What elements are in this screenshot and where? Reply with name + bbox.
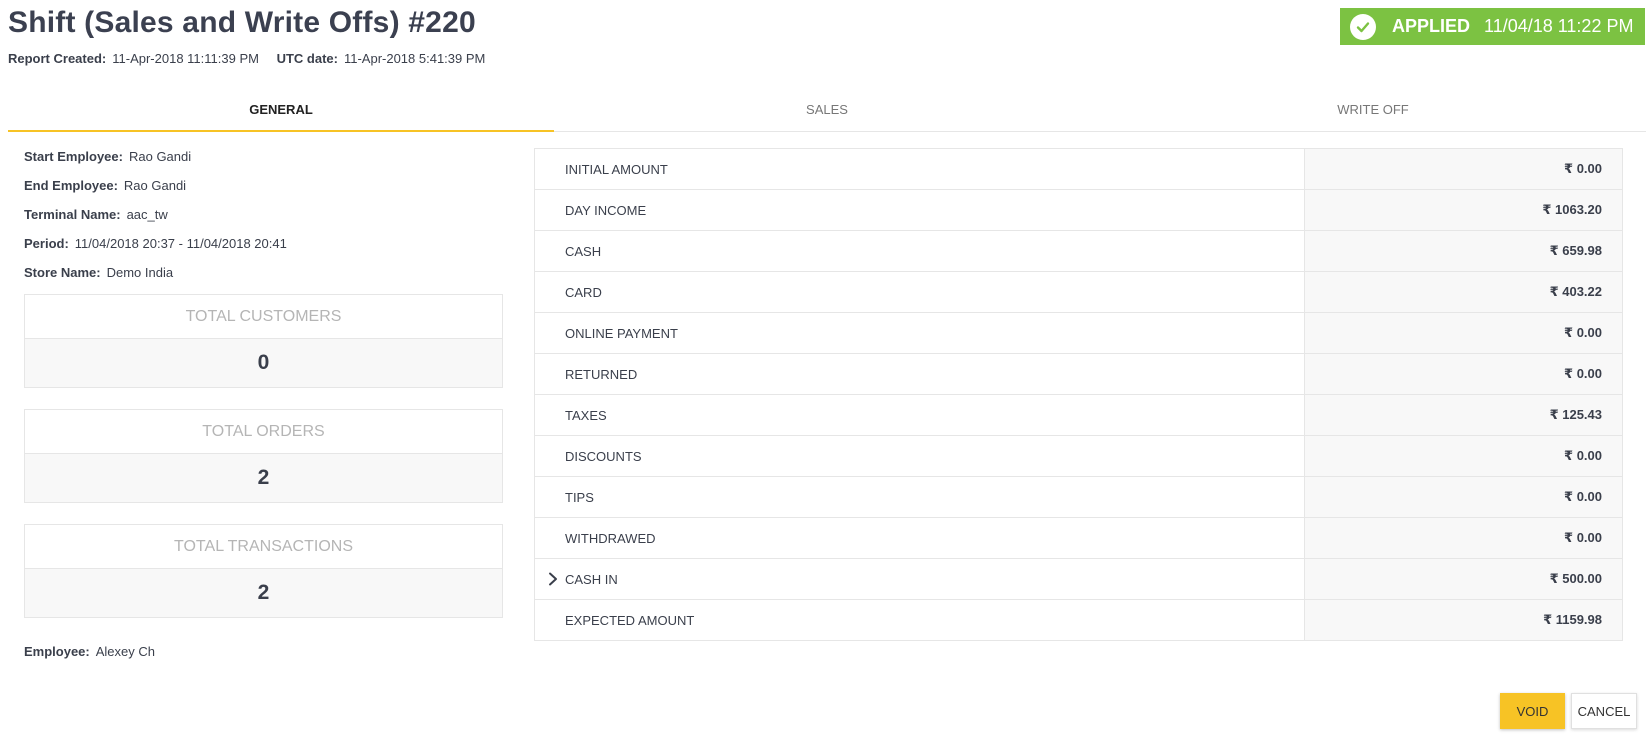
table-row: ONLINE PAYMENT ₹ 0.00 [535,313,1622,354]
stat-label: TOTAL ORDERS [25,410,502,454]
info-terminal-name: Terminal Name: aac_tw [24,206,287,235]
row-amount: ₹ 403.22 [1305,272,1622,312]
tab-write-off[interactable]: WRITE OFF [1100,88,1646,131]
info-store-name: Store Name: Demo India [24,264,287,293]
table-row: WITHDRAWED ₹ 0.00 [535,518,1622,559]
tab-sales[interactable]: SALES [554,88,1100,131]
employee-value: Alexey Ch [95,644,155,659]
stat-total-transactions: TOTAL TRANSACTIONS 2 [24,524,503,618]
status-date: 11/04/18 11:22 PM [1484,16,1634,36]
table-row: INITIAL AMOUNT ₹ 0.00 [535,149,1622,190]
row-amount: ₹ 1159.98 [1305,600,1622,640]
stat-label: TOTAL CUSTOMERS [25,295,502,339]
utc-date-label: UTC date: [276,51,338,66]
table-row: RETURNED ₹ 0.00 [535,354,1622,395]
info-value: Demo India [106,265,174,280]
row-label: CARD [535,272,1305,312]
employee-label: Employee: [24,644,90,659]
info-value: aac_tw [126,207,168,222]
report-meta: Report Created: 11-Apr-2018 11:11:39 PM U… [8,51,499,66]
row-label: CASH IN [565,571,618,587]
page-title: Shift (Sales and Write Offs) #220 [8,6,476,39]
report-created-value: 11-Apr-2018 11:11:39 PM [112,51,259,66]
table-row: CASH ₹ 659.98 [535,231,1622,272]
tab-general[interactable]: GENERAL [8,88,554,132]
row-amount: ₹ 0.00 [1305,477,1622,517]
row-amount: ₹ 1063.20 [1305,190,1622,230]
status-text: APPLIED [1392,16,1471,36]
table-row: TAXES ₹ 125.43 [535,395,1622,436]
row-label: EXPECTED AMOUNT [535,600,1305,640]
shift-info: Start Employee: Rao Gandi End Employee: Ra… [24,148,287,293]
info-start-employee: Start Employee: Rao Gandi [24,148,287,177]
info-label: Terminal Name: [24,207,121,222]
row-amount: ₹ 125.43 [1305,395,1622,435]
info-label: Store Name: [24,265,101,280]
stat-value: 2 [25,454,502,502]
employee-info: Employee: Alexey Ch [24,644,155,659]
row-label: ONLINE PAYMENT [535,313,1305,353]
row-label: DAY INCOME [535,190,1305,230]
info-label: End Employee: [24,178,118,193]
row-amount: ₹ 0.00 [1305,436,1622,476]
row-label: RETURNED [535,354,1305,394]
row-amount: ₹ 0.00 [1305,518,1622,558]
table-row: CARD ₹ 403.22 [535,272,1622,313]
stat-value: 0 [25,339,502,387]
info-period: Period: 11/04/2018 20:37 - 11/04/2018 20:… [24,235,287,264]
info-label: Period: [24,236,69,251]
utc-date-value: 11-Apr-2018 5:41:39 PM [343,51,486,66]
report-created-label: Report Created: [8,51,107,66]
row-label: WITHDRAWED [535,518,1305,558]
stat-total-orders: TOTAL ORDERS 2 [24,409,503,503]
row-label: TAXES [535,395,1305,435]
row-label: CASH [535,231,1305,271]
row-label: DISCOUNTS [535,436,1305,476]
table-row: DISCOUNTS ₹ 0.00 [535,436,1622,477]
row-amount: ₹ 0.00 [1305,354,1622,394]
info-value: Rao Gandi [128,149,192,164]
row-label: INITIAL AMOUNT [535,149,1305,189]
row-label: TIPS [535,477,1305,517]
row-amount: ₹ 0.00 [1305,313,1622,353]
tab-bar: GENERAL SALES WRITE OFF [8,88,1646,132]
table-row-cash-in[interactable]: CASH IN ₹ 500.00 [535,559,1622,600]
row-amount: ₹ 659.98 [1305,231,1622,271]
status-badge: APPLIED 11/04/18 11:22 PM [1340,8,1645,45]
stat-total-customers: TOTAL CUSTOMERS 0 [24,294,503,388]
info-label: Start Employee: [24,149,123,164]
row-label-container: CASH IN [535,559,1305,599]
info-value: Rao Gandi [123,178,187,193]
stat-value: 2 [25,569,502,617]
info-value: 11/04/2018 20:37 - 11/04/2018 20:41 [74,236,287,251]
table-row: TIPS ₹ 0.00 [535,477,1622,518]
table-row: EXPECTED AMOUNT ₹ 1159.98 [535,600,1622,641]
row-amount: ₹ 500.00 [1305,559,1622,599]
table-row: DAY INCOME ₹ 1063.20 [535,190,1622,231]
row-amount: ₹ 0.00 [1305,149,1622,189]
check-circle-icon [1350,13,1376,40]
info-end-employee: End Employee: Rao Gandi [24,177,287,206]
cancel-button[interactable]: CANCEL [1571,693,1637,729]
void-button[interactable]: VOID [1500,693,1565,729]
shift-summary-table: INITIAL AMOUNT ₹ 0.00 DAY INCOME ₹ 1063.20… [534,148,1623,641]
chevron-right-icon[interactable] [545,571,561,587]
stat-label: TOTAL TRANSACTIONS [25,525,502,569]
